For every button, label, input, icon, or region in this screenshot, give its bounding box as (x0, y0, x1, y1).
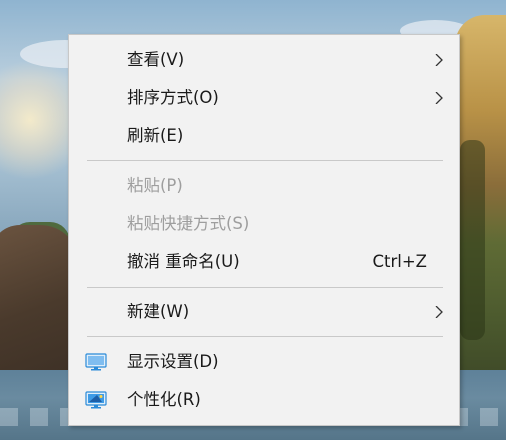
menu-item-paste[interactable]: 粘贴(P) (69, 169, 459, 203)
menu-item-label: 粘贴快捷方式(S) (127, 214, 250, 233)
menu-item-label: 刷新(E) (127, 126, 184, 145)
menu-item-shortcut: Ctrl+Z (372, 252, 428, 271)
menu-item-undo-rename[interactable]: 撤消 重命名(U) Ctrl+Z (69, 245, 459, 279)
menu-item-label: 查看(V) (127, 50, 185, 69)
desktop-context-menu: 查看(V) 排序方式(O) 刷新(E) 粘贴(P) 粘贴快捷方式(S) 撤消 重… (68, 34, 460, 426)
personalization-icon (85, 391, 107, 409)
cliff-shadow (460, 140, 485, 340)
chevron-right-icon (435, 306, 443, 318)
menu-item-label: 显示设置(D) (127, 352, 219, 371)
menu-item-refresh[interactable]: 刷新(E) (69, 119, 459, 153)
menu-separator (87, 160, 443, 161)
menu-item-paste-shortcut[interactable]: 粘贴快捷方式(S) (69, 207, 459, 241)
menu-item-label: 撤消 重命名(U) (127, 252, 240, 271)
menu-item-display-settings[interactable]: 显示设置(D) (69, 345, 459, 379)
menu-separator (87, 287, 443, 288)
menu-item-sort-by[interactable]: 排序方式(O) (69, 81, 459, 115)
menu-item-view[interactable]: 查看(V) (69, 43, 459, 77)
menu-item-label: 新建(W) (127, 302, 190, 321)
chevron-right-icon (435, 92, 443, 104)
menu-item-label: 排序方式(O) (127, 88, 219, 107)
menu-item-new[interactable]: 新建(W) (69, 295, 459, 329)
menu-item-label: 个性化(R) (127, 390, 201, 409)
menu-item-label: 粘贴(P) (127, 176, 183, 195)
display-settings-icon (85, 353, 107, 371)
chevron-right-icon (435, 54, 443, 66)
menu-item-personalize[interactable]: 个性化(R) (69, 383, 459, 417)
menu-separator (87, 336, 443, 337)
